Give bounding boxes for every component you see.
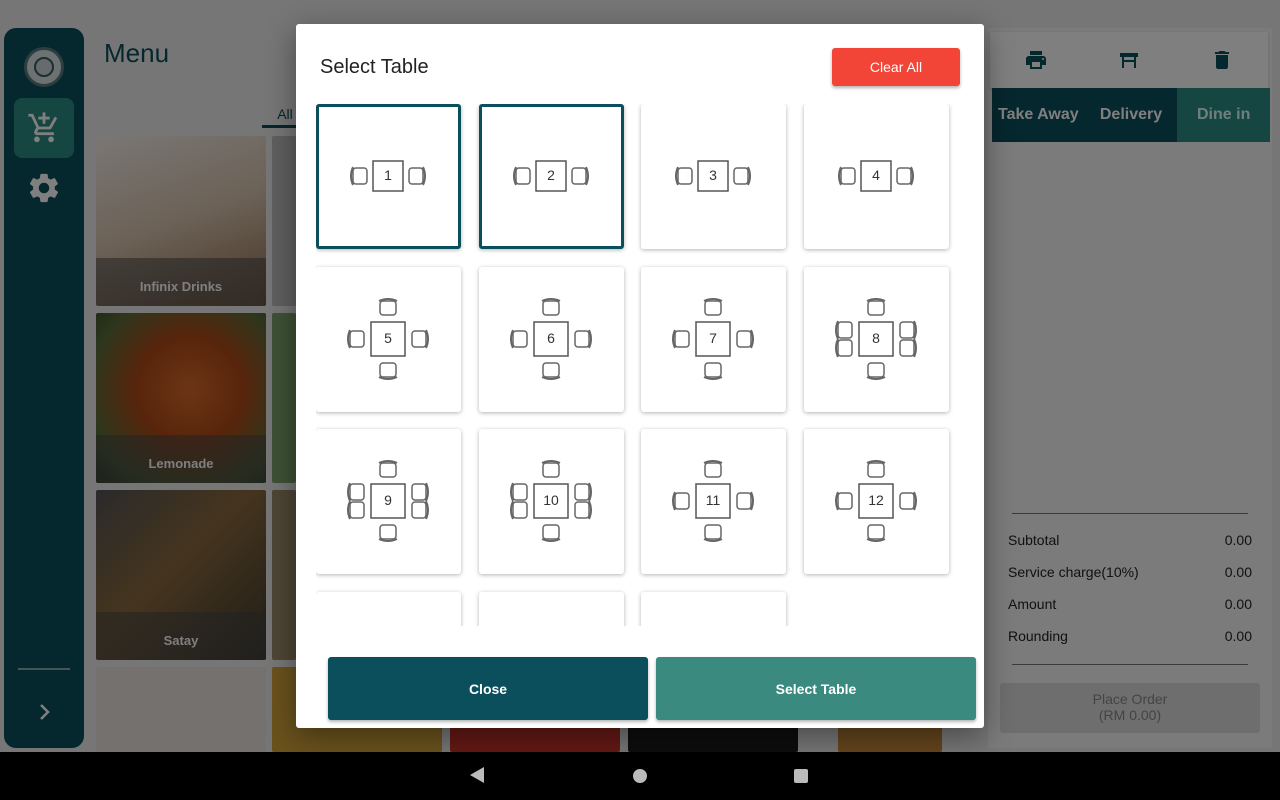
recent-apps-icon[interactable]: [794, 769, 808, 783]
table-card[interactable]: 12: [804, 429, 949, 574]
table-card[interactable]: 11: [641, 429, 786, 574]
table-number: 12: [868, 492, 884, 508]
table-number: 6: [547, 330, 555, 346]
table-card[interactable]: 4: [804, 104, 949, 249]
table-number: 4: [872, 167, 880, 183]
table-number: 2: [547, 167, 555, 183]
back-icon[interactable]: [469, 766, 485, 784]
table-card[interactable]: [479, 592, 624, 626]
table-number: 3: [709, 167, 717, 183]
table-card[interactable]: 2: [479, 104, 624, 249]
table-number: 8: [872, 330, 880, 346]
table-card[interactable]: 1: [316, 104, 461, 249]
system-navigation-bar: [0, 752, 1280, 800]
table-card[interactable]: 5: [316, 267, 461, 412]
select-table-dialog: Select Table Clear All 1 2 3 4 5 6 7 8 9 10 11 12 C…: [296, 24, 984, 728]
close-button[interactable]: Close: [328, 657, 648, 720]
table-grid: 1 2 3 4 5 6 7 8 9 10 11 12: [316, 104, 964, 626]
table-number: 1: [384, 167, 392, 183]
home-icon[interactable]: [633, 769, 647, 783]
dialog-title: Select Table: [320, 56, 429, 78]
select-table-button[interactable]: Select Table: [656, 657, 976, 720]
table-card[interactable]: 10: [479, 429, 624, 574]
table-number: 5: [384, 330, 392, 346]
table-card[interactable]: 3: [641, 104, 786, 249]
table-number: 7: [709, 330, 717, 346]
table-number: 10: [543, 492, 559, 508]
table-card[interactable]: 8: [804, 267, 949, 412]
table-card[interactable]: 7: [641, 267, 786, 412]
table-card[interactable]: 6: [479, 267, 624, 412]
table-number: 11: [705, 492, 721, 508]
table-number: 9: [384, 492, 392, 508]
table-card[interactable]: [641, 592, 786, 626]
table-card[interactable]: 9: [316, 429, 461, 574]
clear-all-button[interactable]: Clear All: [832, 48, 960, 86]
table-card[interactable]: [316, 592, 461, 626]
